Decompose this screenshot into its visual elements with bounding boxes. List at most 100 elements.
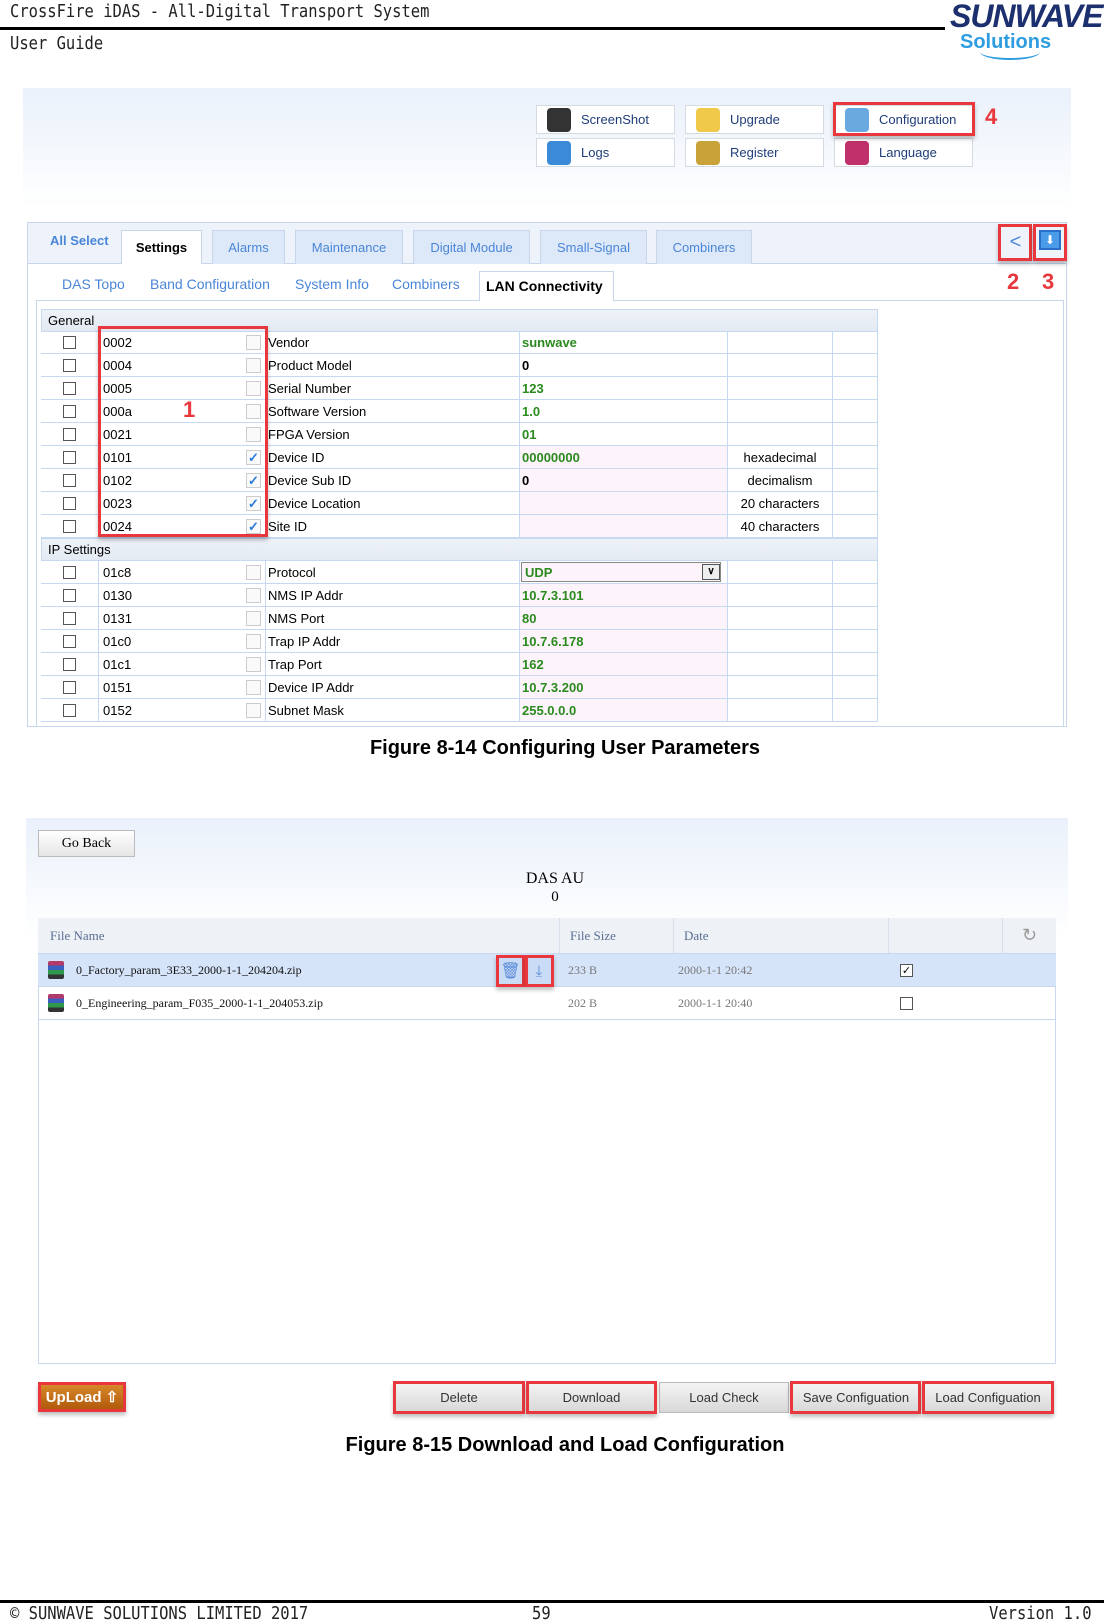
- zip-archive-icon: [48, 961, 64, 979]
- file-checkbox[interactable]: ✓: [900, 964, 913, 977]
- param-row: 01c1 Trap Port 162: [41, 653, 878, 676]
- row-checkbox[interactable]: [63, 703, 76, 717]
- annotation-box-2: [998, 224, 1032, 261]
- globe-icon: [547, 140, 571, 165]
- param-row: 0151 Device IP Addr 10.7.3.200: [41, 676, 878, 699]
- select-cell: [41, 607, 99, 629]
- row-checkbox[interactable]: [63, 657, 76, 671]
- refresh-icon[interactable]: ↻: [1002, 918, 1056, 953]
- row-checkbox[interactable]: [63, 450, 76, 464]
- file-row[interactable]: 0_Engineering_param_F035_2000-1-1_204053…: [38, 987, 1056, 1020]
- load-check-button[interactable]: Load Check: [659, 1382, 789, 1413]
- param-id: 0131: [103, 610, 132, 626]
- row-checkbox[interactable]: [63, 611, 76, 625]
- go-back-button[interactable]: Go Back: [38, 830, 135, 857]
- col-file-size[interactable]: File Size: [559, 918, 673, 953]
- file-checkbox[interactable]: [900, 997, 913, 1010]
- param-unit: [728, 423, 833, 445]
- subtab-band-configuration[interactable]: Band Configuration: [150, 276, 270, 292]
- annotation-box-3: [1033, 224, 1067, 261]
- param-name: Trap IP Addr: [266, 630, 520, 652]
- param-value: 80: [520, 607, 728, 629]
- select-cell: [41, 561, 99, 583]
- row-checkbox[interactable]: [63, 496, 76, 510]
- toolbar-screenshot-button[interactable]: ScreenShot: [536, 105, 675, 134]
- writable-checkbox[interactable]: [246, 564, 261, 580]
- row-checkbox[interactable]: [63, 427, 76, 441]
- param-value: 123: [520, 377, 728, 399]
- extra-cell: [833, 469, 878, 491]
- writable-checkbox[interactable]: [246, 679, 261, 695]
- tab-small-signal[interactable]: Small-Signal: [540, 230, 647, 264]
- param-name: Serial Number: [266, 377, 520, 399]
- id-cell: 01c1: [99, 653, 266, 675]
- col-file-name[interactable]: File Name: [50, 918, 105, 953]
- file-date: 2000-1-1 20:40: [678, 995, 753, 1010]
- toolbar-register-button[interactable]: Register: [685, 138, 824, 167]
- row-checkbox[interactable]: [63, 473, 76, 487]
- row-checkbox[interactable]: [63, 335, 76, 349]
- section-ip-settings: IP Settings: [41, 538, 878, 561]
- extra-cell: [833, 492, 878, 514]
- param-name: Trap Port: [266, 653, 520, 675]
- id-cell: 01c8: [99, 561, 266, 583]
- row-checkbox[interactable]: [63, 519, 76, 533]
- toolbar-language-button[interactable]: Language: [834, 138, 973, 167]
- writable-checkbox[interactable]: [246, 633, 261, 649]
- row-checkbox[interactable]: [63, 381, 76, 395]
- param-value: 00000000: [520, 446, 728, 468]
- row-checkbox[interactable]: [63, 565, 76, 579]
- toolbar-label: Upgrade: [730, 112, 780, 127]
- param-id: 0151: [103, 679, 132, 695]
- writable-checkbox[interactable]: [246, 656, 261, 672]
- row-checkbox[interactable]: [63, 404, 76, 418]
- extra-cell: [833, 354, 878, 376]
- param-value: 10.7.3.200: [520, 676, 728, 698]
- param-unit: [728, 400, 833, 422]
- id-cell: 01c0: [99, 630, 266, 652]
- param-value: 0: [520, 354, 728, 376]
- select-cell: [41, 354, 99, 376]
- writable-checkbox[interactable]: [246, 610, 261, 626]
- subtab-lan-connectivity[interactable]: LAN Connectivity: [479, 271, 614, 301]
- subtab-das-topo[interactable]: DAS Topo: [62, 276, 125, 292]
- select-cell: [41, 331, 99, 353]
- subtab-combiners[interactable]: Combiners: [392, 276, 460, 292]
- annotation-2: 2: [1007, 269, 1020, 294]
- annotation-box-download: [525, 955, 554, 987]
- param-name: Device ID: [266, 446, 520, 468]
- tab-all-select[interactable]: All Select: [50, 233, 109, 248]
- tab-digital-module[interactable]: Digital Module: [413, 230, 530, 264]
- toolbar-logs-button[interactable]: Logs: [536, 138, 675, 167]
- row-checkbox[interactable]: [63, 358, 76, 372]
- writable-checkbox[interactable]: [246, 587, 261, 603]
- param-row: 01c8 Protocol UDP ∨: [41, 561, 878, 584]
- select-cell: [41, 469, 99, 491]
- param-name: NMS IP Addr: [266, 584, 520, 606]
- file-name-cell: 0_Factory_param_3E33_2000-1-1_204204.zip: [48, 954, 302, 986]
- protocol-select[interactable]: UDP ∨: [521, 562, 721, 582]
- select-cell: [41, 630, 99, 652]
- param-row: 0131 NMS Port 80: [41, 607, 878, 630]
- tab-combiners[interactable]: Combiners: [656, 230, 752, 264]
- row-checkbox[interactable]: [63, 634, 76, 648]
- select-cell: [41, 492, 99, 514]
- tab-maintenance[interactable]: Maintenance: [295, 230, 403, 264]
- tab-alarms[interactable]: Alarms: [212, 230, 285, 264]
- toolbar-upgrade-button[interactable]: Upgrade: [685, 105, 824, 134]
- file-size: 233 B: [568, 962, 598, 977]
- param-unit: [728, 607, 833, 629]
- id-cell: 0151: [99, 676, 266, 698]
- value-cell: UDP ∨: [520, 561, 728, 583]
- subtab-system-info[interactable]: System Info: [295, 276, 369, 292]
- select-cell: [41, 400, 99, 422]
- col-date[interactable]: Date: [673, 918, 888, 953]
- sunwave-logo: SUNWAVE Solutions: [950, 0, 1104, 64]
- writable-checkbox[interactable]: [246, 702, 261, 718]
- param-id: 01c0: [103, 633, 132, 649]
- row-checkbox[interactable]: [63, 588, 76, 602]
- tab-settings[interactable]: Settings: [121, 230, 202, 264]
- extra-cell: [833, 676, 878, 698]
- row-checkbox[interactable]: [63, 680, 76, 694]
- header-rule: [0, 27, 945, 30]
